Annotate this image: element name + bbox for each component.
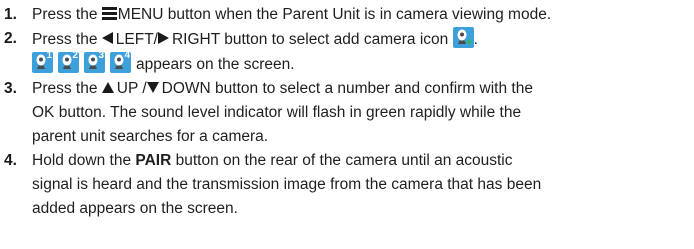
camera-slot-number: 2 xyxy=(72,52,78,61)
camera-slot-icon: 2 xyxy=(58,52,79,73)
step-1-line-1: Press the MENU button when the Parent Un… xyxy=(32,6,552,23)
camera-slot-icon: 1 xyxy=(32,52,53,73)
step-4-line-2: signal is heard and the transmission ima… xyxy=(32,176,542,193)
right-button-label: RIGHT xyxy=(171,31,220,48)
step-number: 2. xyxy=(4,30,17,47)
up-button-label: UP / xyxy=(116,80,147,97)
down-arrow-icon xyxy=(146,82,159,93)
camera-slot-number: 4 xyxy=(124,52,130,61)
pair-button-label: PAIR xyxy=(135,152,172,169)
camera-slot-icon: 4 xyxy=(110,52,131,73)
step-2-line-2: 1 2 3 4 appears on the screen. xyxy=(32,52,688,77)
step-text: Hold down the PAIR button on the rear of… xyxy=(32,149,688,221)
step-text: Press the LEFT/RIGHT button to select ad… xyxy=(32,27,688,77)
step-4: 4. Hold down the PAIR button on the rear… xyxy=(4,149,688,221)
step-3-line-1: Press the UP / DOWN button to select a nu… xyxy=(32,80,533,97)
add-camera-icon xyxy=(452,27,474,48)
step-text: Press the MENU button when the Parent Un… xyxy=(32,3,688,27)
step-4-line-3: added appears on the screen. xyxy=(32,200,238,217)
right-arrow-icon xyxy=(157,32,169,44)
left-button-label: LEFT/ xyxy=(115,31,158,48)
step-number: 4. xyxy=(4,152,17,169)
menu-button-label: MENU xyxy=(117,6,164,23)
instruction-page: 1. Press the MENU button when the Parent… xyxy=(0,0,694,249)
step-number: 1. xyxy=(4,6,17,23)
step-3: 3. Press the UP / DOWN button to select a… xyxy=(4,77,688,149)
step-2: 2. Press the LEFT/RIGHT button to select… xyxy=(4,27,688,77)
up-arrow-icon xyxy=(101,82,114,93)
left-arrow-icon xyxy=(101,32,113,44)
camera-slot-number: 1 xyxy=(46,52,52,61)
step-2-line-1: Press the LEFT/RIGHT button to select ad… xyxy=(32,27,688,52)
step-3-line-3: parent unit searches for a camera. xyxy=(32,128,269,145)
step-1: 1. Press the MENU button when the Parent… xyxy=(4,3,688,27)
step-number: 3. xyxy=(4,80,17,97)
down-button-label: DOWN xyxy=(161,80,211,97)
camera-slot-number: 3 xyxy=(98,52,104,61)
step-3-line-2: OK button. The sound level indicator wil… xyxy=(32,104,522,121)
menu-icon xyxy=(101,7,117,20)
step-4-line-1: Hold down the PAIR button on the rear of… xyxy=(32,152,513,169)
step-text: Press the UP / DOWN button to select a nu… xyxy=(32,77,688,149)
camera-slot-icon: 3 xyxy=(84,52,105,73)
